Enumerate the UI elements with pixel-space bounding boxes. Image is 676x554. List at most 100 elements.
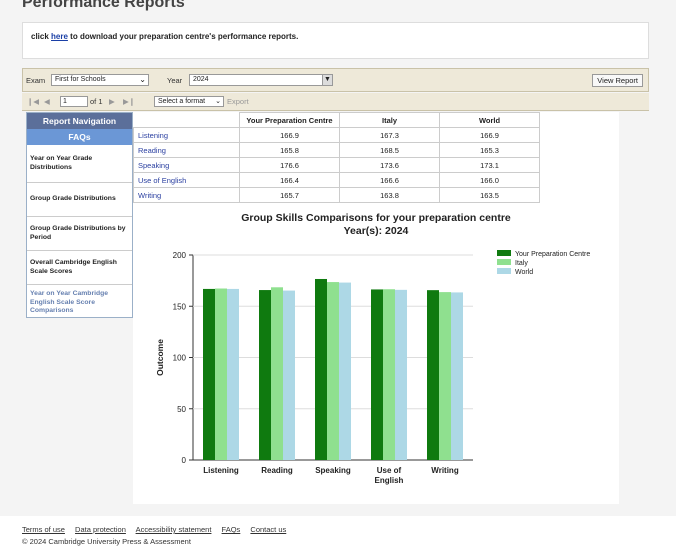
download-prefix: click	[31, 32, 49, 41]
chevron-down-icon: ⌄	[215, 98, 221, 105]
copyright: © 2024 Cambridge University Press & Asse…	[22, 537, 191, 546]
legend-label: World	[515, 269, 533, 276]
centre-cell: 165.7	[239, 187, 340, 203]
exam-select-value: First for Schools	[55, 76, 106, 83]
bar	[451, 292, 463, 460]
y-axis-label: Outcome	[155, 339, 165, 376]
world-cell: 173.1	[439, 157, 540, 173]
page-title: Performance Reports	[22, 0, 185, 11]
next-page-icon[interactable]: ▶	[109, 97, 115, 106]
x-tick-label: Use of	[377, 466, 402, 475]
nav-item-overall-scale-scores[interactable]: Overall Cambridge English Scale Scores	[27, 251, 132, 285]
y-tick-label: 50	[177, 405, 186, 414]
bar	[327, 282, 339, 460]
table-header-cell	[133, 112, 240, 128]
chevron-down-icon: ⌄	[139, 75, 146, 84]
footer-link-terms[interactable]: Terms of use	[22, 525, 65, 534]
x-tick-label: Listening	[203, 466, 239, 475]
x-tick-label: Writing	[431, 466, 459, 475]
footer-links: Terms of use Data protection Accessibili…	[22, 525, 294, 534]
table-row: Writing 165.7 163.8 163.5	[133, 187, 540, 203]
y-tick-label: 0	[182, 456, 187, 465]
skill-cell: Speaking	[133, 157, 240, 173]
italy-cell: 167.3	[339, 127, 440, 143]
chart-subtitle: Year(s): 2024	[343, 225, 409, 237]
italy-cell: 168.5	[339, 142, 440, 158]
italy-cell: 173.6	[339, 157, 440, 173]
footer-link-data-protection[interactable]: Data protection	[75, 525, 126, 534]
export-format-select[interactable]: Select a format ⌄	[154, 96, 224, 107]
view-report-button[interactable]: View Report	[592, 74, 643, 87]
bar	[395, 289, 407, 460]
x-tick-label: Reading	[261, 466, 293, 475]
world-cell: 165.3	[439, 142, 540, 158]
report-toolbar: ❙◀ ◀ 1 of 1 ▶ ▶❙ Select a format ⌄ Expor…	[22, 93, 649, 111]
chart-title: Group Skills Comparisons for your prepar…	[241, 212, 511, 224]
legend-swatch	[497, 259, 511, 265]
year-label: Year	[167, 76, 183, 85]
centre-cell: 176.6	[239, 157, 340, 173]
bar	[439, 292, 451, 460]
exam-label: Exam	[26, 76, 46, 85]
table-row: Reading 165.8 168.5 165.3	[133, 142, 540, 158]
download-link[interactable]: here	[51, 32, 68, 41]
previous-page-icon[interactable]: ◀	[44, 97, 50, 106]
first-page-icon[interactable]: ❙◀	[27, 97, 39, 106]
group-skills-chart: 0 50 100 150 200 Outcome Listening Reading Speak…	[155, 250, 590, 485]
y-tick-label: 200	[173, 251, 187, 260]
table-header-cell: Your Preparation Centre	[239, 112, 340, 128]
exam-select[interactable]: First for Schools ⌄	[51, 74, 149, 86]
table-header-cell: Italy	[339, 112, 440, 128]
italy-cell: 163.8	[339, 187, 440, 203]
export-link[interactable]: Export	[227, 97, 249, 106]
table-row: Speaking 176.6 173.6 173.1	[133, 157, 540, 173]
footer: Terms of use Data protection Accessibili…	[0, 516, 676, 554]
download-suffix: to download your preparation centre's pe…	[70, 32, 299, 41]
year-select[interactable]: 2024 ▼	[189, 74, 333, 86]
x-tick-label: English	[375, 476, 404, 485]
report-navigation: Report Navigation FAQs Year on Year Grad…	[26, 112, 133, 318]
skill-cell: Reading	[133, 142, 240, 158]
nav-item-year-on-year-grade[interactable]: Year on Year Grade Distributions	[27, 145, 132, 183]
filter-bar: Exam First for Schools ⌄ Year 2024 ▼ Vie…	[22, 68, 649, 92]
last-page-icon[interactable]: ▶❙	[123, 97, 135, 106]
chevron-down-icon: ▼	[322, 75, 332, 85]
footer-link-faqs[interactable]: FAQs	[222, 525, 241, 534]
y-tick-label: 100	[173, 354, 187, 363]
bar	[227, 288, 239, 460]
nav-item-group-grade-period[interactable]: Group Grade Distributions by Period	[27, 217, 132, 251]
report-content: Your Preparation Centre Italy World List…	[133, 112, 619, 504]
world-cell: 163.5	[439, 187, 540, 203]
footer-link-accessibility[interactable]: Accessibility statement	[136, 525, 212, 534]
table-row: Listening 166.9 167.3 166.9	[133, 127, 540, 143]
world-cell: 166.9	[439, 127, 540, 143]
table-header-row: Your Preparation Centre Italy World	[133, 112, 540, 128]
table-header-cell: World	[439, 112, 540, 128]
footer-link-contact[interactable]: Contact us	[250, 525, 286, 534]
bar	[259, 290, 271, 460]
bar	[371, 289, 383, 460]
page-number-input[interactable]: 1	[60, 96, 88, 107]
legend-swatch	[497, 268, 511, 274]
skill-cell: Use of English	[133, 172, 240, 188]
legend-label: Your Preparation Centre	[515, 251, 590, 258]
page-count: of 1	[90, 97, 103, 106]
nav-item-year-on-year-scale[interactable]: Year on Year Cambridge English Scale Sco…	[27, 285, 132, 321]
bar	[339, 282, 351, 460]
faqs-link[interactable]: FAQs	[27, 129, 132, 145]
legend-swatch	[497, 250, 511, 256]
bar	[203, 288, 215, 460]
world-cell: 166.0	[439, 172, 540, 188]
legend-label: Italy	[515, 260, 528, 267]
bar	[215, 288, 227, 460]
y-tick-label: 150	[173, 302, 187, 311]
bar	[383, 289, 395, 460]
download-panel: click here to download your preparation …	[22, 22, 649, 59]
skill-cell: Writing	[133, 187, 240, 203]
scores-table: Your Preparation Centre Italy World List…	[133, 112, 540, 203]
italy-cell: 166.6	[339, 172, 440, 188]
centre-cell: 166.4	[239, 172, 340, 188]
nav-item-group-grade[interactable]: Group Grade Distributions	[27, 183, 132, 217]
centre-cell: 166.9	[239, 127, 340, 143]
bar	[283, 290, 295, 460]
